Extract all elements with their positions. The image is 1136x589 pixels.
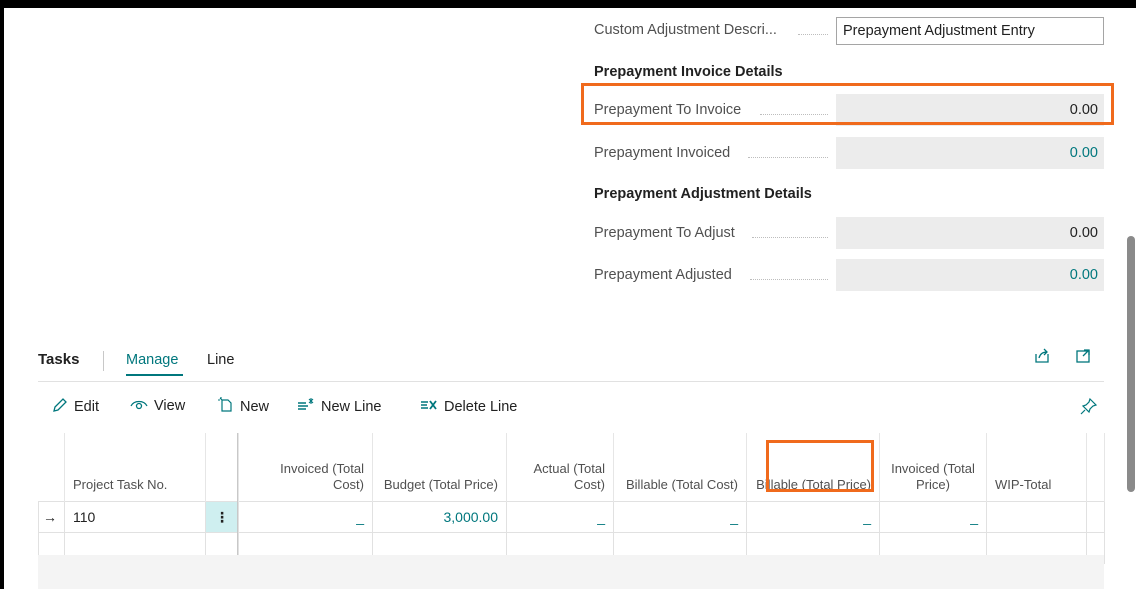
invoiced-total-cost-cell[interactable]: _ bbox=[238, 501, 373, 533]
new-button[interactable]: New bbox=[218, 397, 269, 417]
table-row[interactable]: → 110 ⋮ _ 3,000.00 _ _ _ _ bbox=[38, 501, 1105, 533]
prepayment-adjusted-value[interactable]: 0.00 bbox=[836, 259, 1104, 291]
view-label: View bbox=[154, 398, 186, 414]
divider bbox=[38, 381, 1104, 382]
column-header bbox=[38, 433, 65, 502]
task-no-cell[interactable]: 110 bbox=[64, 501, 206, 533]
share-icon[interactable] bbox=[1034, 348, 1050, 369]
custom-adjustment-label: Custom Adjustment Descri... bbox=[594, 22, 777, 38]
invoiced-total-price-cell[interactable]: _ bbox=[879, 501, 987, 533]
billable-total-price-cell[interactable]: _ bbox=[746, 501, 880, 533]
field-dots bbox=[748, 157, 828, 158]
column-header-project-task-no[interactable]: Project Task No. bbox=[64, 433, 206, 502]
edit-button[interactable]: Edit bbox=[52, 397, 99, 417]
window-left-border bbox=[0, 0, 4, 589]
new-label: New bbox=[240, 399, 270, 415]
highlight-box bbox=[581, 83, 1114, 125]
prepayment-invoice-heading: Prepayment Invoice Details bbox=[594, 64, 783, 80]
column-header-billable-total-cost[interactable]: Billable (Total Cost) bbox=[613, 433, 747, 502]
custom-adjustment-input[interactable]: Prepayment Adjustment Entry bbox=[836, 17, 1104, 45]
tasks-grid: Project Task No. Invoiced (Total Cost) B… bbox=[38, 433, 1105, 564]
pin-icon[interactable] bbox=[1080, 397, 1098, 415]
wip-total-cell[interactable] bbox=[986, 501, 1087, 533]
field-dots bbox=[752, 237, 828, 238]
window-top-border bbox=[0, 0, 1136, 8]
vertical-scrollbar[interactable] bbox=[1127, 236, 1135, 492]
column-header-invoiced-total-cost[interactable]: Invoiced (Total Cost) bbox=[238, 433, 373, 502]
column-header-wip-total[interactable]: WIP-Total bbox=[986, 433, 1087, 502]
edit-label: Edit bbox=[74, 399, 99, 415]
column-header bbox=[205, 433, 239, 502]
new-line-icon bbox=[297, 397, 315, 417]
tab-line[interactable]: Line bbox=[207, 352, 234, 368]
column-header-budget-total-price[interactable]: Budget (Total Price) bbox=[372, 433, 507, 502]
prepayment-adjusted-label: Prepayment Adjusted bbox=[594, 267, 732, 283]
row-actions-icon[interactable]: ⋮ bbox=[205, 501, 239, 533]
prepayment-adjustment-heading: Prepayment Adjustment Details bbox=[594, 186, 812, 202]
pencil-icon bbox=[52, 397, 68, 417]
column-header-actual-total-cost[interactable]: Actual (Total Cost) bbox=[506, 433, 614, 502]
billable-total-cost-cell[interactable]: _ bbox=[613, 501, 747, 533]
field-dots bbox=[750, 279, 828, 280]
actual-total-cost-cell[interactable]: _ bbox=[506, 501, 614, 533]
delete-line-button[interactable]: Delete Line bbox=[420, 397, 517, 417]
budget-total-price-cell[interactable]: 3,000.00 bbox=[372, 501, 507, 533]
tab-separator bbox=[103, 351, 104, 371]
column-header-invoiced-total-price[interactable]: Invoiced (Total Price) bbox=[879, 433, 987, 502]
column-header bbox=[1086, 433, 1105, 502]
new-line-label: New Line bbox=[321, 399, 382, 415]
prepayment-invoiced-value[interactable]: 0.00 bbox=[836, 137, 1104, 169]
tab-manage[interactable]: Manage bbox=[126, 352, 178, 368]
row-selected-arrow-icon: → bbox=[38, 501, 65, 533]
expand-icon[interactable] bbox=[1075, 348, 1091, 369]
highlight-box bbox=[766, 440, 874, 492]
prepayment-to-adjust-label: Prepayment To Adjust bbox=[594, 225, 735, 241]
delete-line-label: Delete Line bbox=[444, 399, 518, 415]
field-dots bbox=[798, 34, 828, 35]
new-document-icon bbox=[218, 397, 234, 417]
prepayment-to-adjust-value[interactable]: 0.00 bbox=[836, 217, 1104, 249]
tab-manage-underline bbox=[126, 374, 183, 376]
row-end-cell bbox=[1086, 501, 1105, 533]
prepayment-invoiced-label: Prepayment Invoiced bbox=[594, 145, 731, 161]
new-line-button[interactable]: New Line bbox=[297, 397, 381, 417]
eye-icon bbox=[130, 397, 148, 415]
frozen-column-divider bbox=[237, 433, 238, 555]
delete-line-icon bbox=[420, 397, 438, 417]
tasks-title: Tasks bbox=[38, 351, 80, 368]
view-button[interactable]: View bbox=[130, 397, 185, 415]
grid-empty-area bbox=[38, 555, 1104, 589]
